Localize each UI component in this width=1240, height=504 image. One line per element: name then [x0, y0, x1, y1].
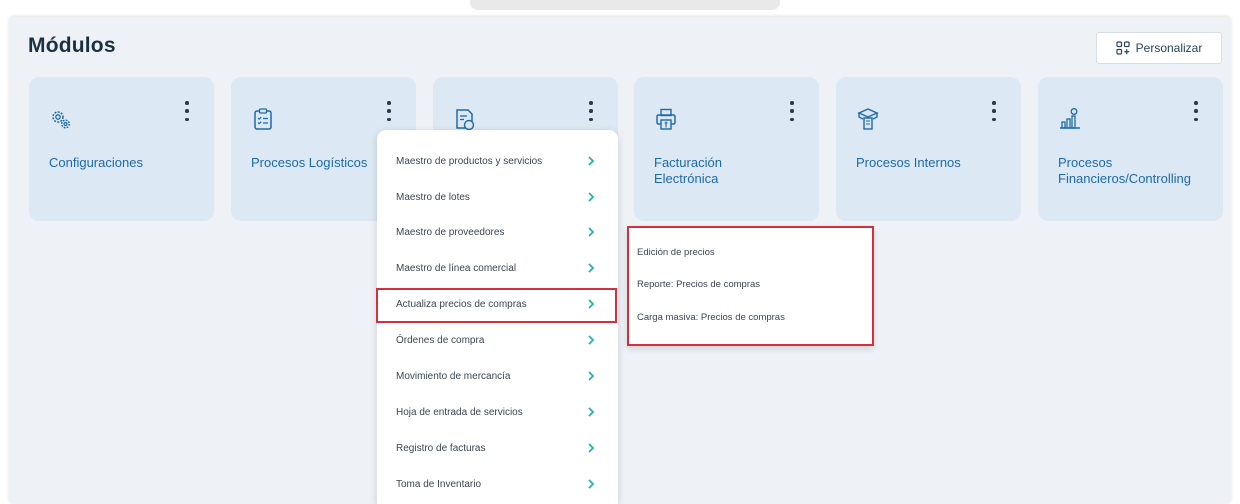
- menu-item[interactable]: Movimiento de mercancía: [377, 358, 618, 394]
- card-options-icon[interactable]: [991, 101, 997, 121]
- bar-chart-growth-icon: [1060, 108, 1080, 129]
- module-card-facturacion-electronica[interactable]: Facturación Electrónica: [634, 77, 819, 221]
- submenu-item[interactable]: Carga masiva: Precios de compras: [637, 312, 785, 323]
- printer-money-icon: [656, 108, 676, 130]
- menu-item-label: Maestro de productos y servicios: [396, 155, 543, 167]
- menu-item[interactable]: Maestro de productos y servicios: [377, 143, 618, 179]
- menu-item-label: Órdenes de compra: [396, 334, 485, 346]
- card-options-icon[interactable]: [1193, 101, 1199, 121]
- menu-item[interactable]: Órdenes de compra: [377, 322, 618, 358]
- module-label: Procesos Internos: [856, 155, 961, 170]
- menu-item[interactable]: Toma de Inventario: [377, 466, 618, 502]
- module-card-procesos-financieros[interactable]: Procesos Financieros/Controlling: [1038, 77, 1223, 221]
- module-card-configuraciones[interactable]: Configuraciones: [29, 77, 214, 221]
- chevron-right-icon: [588, 407, 595, 417]
- menu-item[interactable]: Registro de facturas: [377, 430, 618, 466]
- menu-item-label: Registro de facturas: [396, 442, 486, 454]
- gears-icon: [52, 111, 70, 129]
- submenu-item[interactable]: Edición de precios: [637, 247, 715, 258]
- menu-item-label: Movimiento de mercancía: [396, 370, 511, 382]
- box-document-icon: [857, 108, 879, 130]
- module-label: Configuraciones: [49, 155, 143, 170]
- chevron-right-icon: [588, 156, 595, 166]
- card-options-icon[interactable]: [184, 101, 190, 121]
- chevron-right-icon: [588, 227, 595, 237]
- personalize-label: Personalizar: [1135, 41, 1203, 55]
- module-label: Facturación Electrónica: [654, 155, 722, 186]
- menu-item-label: Maestro de lotes: [396, 191, 470, 203]
- chevron-right-icon: [588, 335, 595, 345]
- clipboard-list-icon: [254, 108, 272, 130]
- chevron-right-icon: [588, 479, 595, 489]
- personalize-button[interactable]: Personalizar: [1096, 32, 1222, 64]
- chevron-right-icon: [588, 192, 595, 202]
- grid-add-icon: [1116, 41, 1130, 55]
- page-title: Módulos: [28, 34, 116, 57]
- card-options-icon[interactable]: [789, 101, 795, 121]
- menu-item[interactable]: Maestro de proveedores: [377, 214, 618, 250]
- background-shape: [470, 0, 780, 10]
- submenu-item[interactable]: Reporte: Precios de compras: [637, 279, 760, 290]
- invoice-money-icon: [456, 109, 475, 131]
- chevron-right-icon: [588, 263, 595, 273]
- module-card-procesos-internos[interactable]: Procesos Internos: [836, 77, 1021, 221]
- menu-item-label: Hoja de entrada de servicios: [396, 406, 523, 418]
- highlight-box: [376, 288, 617, 323]
- chevron-right-icon: [588, 443, 595, 453]
- module-label: Procesos Financieros/Controlling: [1058, 155, 1191, 186]
- menu-item-label: Toma de Inventario: [396, 478, 482, 490]
- top-strip: [0, 0, 1240, 14]
- menu-item[interactable]: Maestro de línea comercial: [377, 250, 618, 286]
- menu-item[interactable]: Maestro de lotes: [377, 179, 618, 215]
- menu-item-label: Maestro de línea comercial: [396, 262, 517, 274]
- card-options-icon[interactable]: [386, 101, 392, 121]
- card-options-icon[interactable]: [588, 101, 594, 121]
- menu-item[interactable]: Hoja de entrada de servicios: [377, 394, 618, 430]
- chevron-right-icon: [588, 371, 595, 381]
- submenu-panel: Edición de precios Reporte: Precios de c…: [627, 226, 874, 346]
- menu-item-label: Maestro de proveedores: [396, 226, 505, 238]
